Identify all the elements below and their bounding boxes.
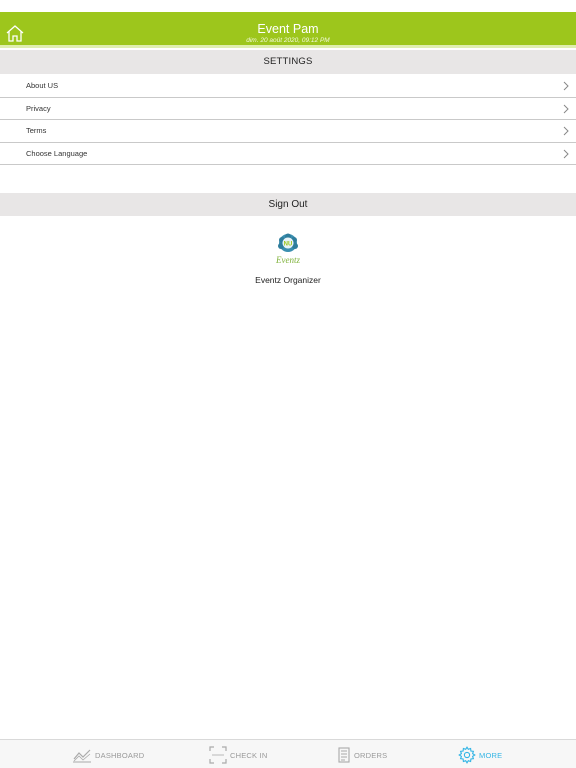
logo-badge-text: NU (284, 242, 293, 248)
menu-item-about-us[interactable]: About US (0, 75, 576, 98)
menu-item-terms[interactable]: Terms (0, 120, 576, 143)
tab-label: DASHBOARD (95, 750, 145, 760)
organizer-name: Eventz Organizer (255, 275, 321, 285)
scan-frame-icon (209, 746, 227, 764)
bottom-tab-bar: DASHBOARD CHECK IN ORDERS MORE (0, 739, 576, 768)
logo-wordmark: Eventz (275, 255, 300, 265)
tab-more[interactable]: MORE (458, 745, 502, 765)
tab-label: MORE (479, 750, 503, 760)
tab-check-in[interactable]: CHECK IN (209, 745, 267, 765)
chevron-right-icon (563, 104, 569, 113)
menu-item-choose-language[interactable]: Choose Language (0, 143, 576, 165)
chevron-right-icon (563, 149, 569, 158)
chevron-right-icon (563, 81, 569, 91)
status-bar (0, 0, 576, 12)
chart-line-icon (73, 749, 91, 763)
sign-out-button[interactable]: Sign Out (0, 193, 576, 216)
menu-item-label: Privacy (26, 103, 51, 113)
tab-orders[interactable]: ORDERS (337, 745, 387, 765)
settings-menu: About US Privacy Terms Choose Language (0, 75, 576, 165)
app-header: Event Pam dim. 20 août 2020, 09:12 PM (0, 12, 576, 48)
settings-heading: SETTINGS (0, 50, 576, 74)
gear-icon (458, 746, 476, 764)
eventz-logo: NU Eventz (275, 233, 300, 265)
page-title: Event Pam (257, 22, 319, 36)
document-list-icon (338, 747, 350, 763)
tab-dashboard[interactable]: DASHBOARD (72, 745, 144, 765)
chevron-right-icon (563, 126, 569, 136)
menu-item-label: About US (26, 81, 59, 90)
header-datetime: dim. 20 août 2020, 09:12 PM (246, 37, 330, 44)
tab-label: ORDERS (354, 750, 388, 760)
menu-item-privacy[interactable]: Privacy (0, 98, 576, 120)
menu-item-label: Terms (26, 126, 47, 135)
tab-label: CHECK IN (230, 750, 268, 760)
organizer-logo-container: NU Eventz (0, 232, 576, 271)
menu-item-label: Choose Language (26, 148, 88, 158)
